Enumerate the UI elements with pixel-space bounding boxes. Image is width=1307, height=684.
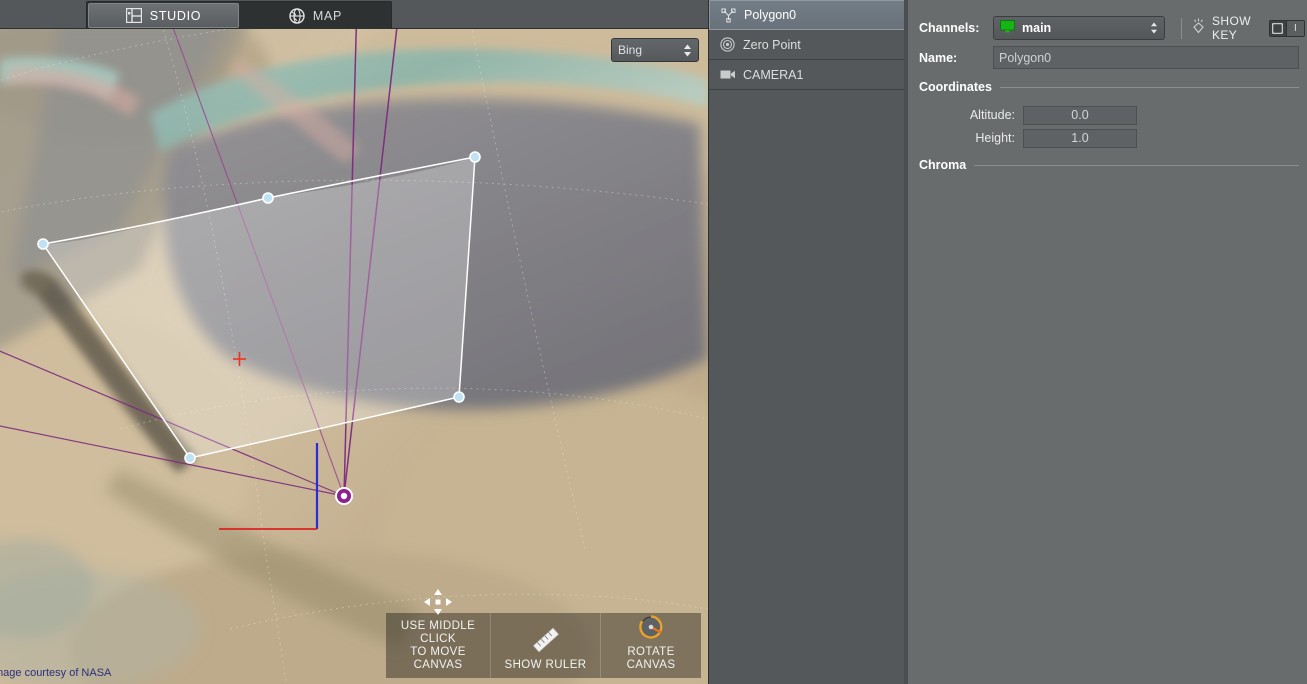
- channels-label: Channels:: [919, 21, 993, 35]
- altitude-row: Altitude:: [919, 105, 1299, 125]
- rotate-dial-icon: [636, 613, 666, 641]
- chroma-section-title: Chroma: [919, 158, 966, 172]
- object-list-item-polygon0[interactable]: Polygon0: [709, 0, 908, 30]
- map-view-pane: STUDIO MAP: [0, 0, 708, 684]
- show-key-toggle: I: [1269, 20, 1305, 37]
- view-tab-group: STUDIO MAP: [86, 1, 392, 29]
- monitor-icon: [1000, 20, 1015, 36]
- map-attribution: mage courtesy of NASA: [0, 667, 111, 679]
- object-list-item-label: Zero Point: [743, 38, 801, 52]
- show-key-toggle-off[interactable]: I: [1287, 21, 1304, 36]
- height-row: Height:: [919, 128, 1299, 148]
- hint-rotate-canvas[interactable]: ROTATE CANVAS: [601, 613, 701, 678]
- object-list-item-zero-point[interactable]: Zero Point: [709, 30, 908, 60]
- camera-icon: [719, 66, 736, 83]
- coordinate-fields: Altitude: Height:: [919, 105, 1299, 151]
- hint-ruler-label: SHOW RULER: [505, 659, 587, 672]
- hint-move-line1: USE MIDDLE CLICK: [396, 620, 480, 646]
- spinner-arrows-icon: [1150, 22, 1158, 34]
- properties-pane: Channels: main: [908, 0, 1307, 684]
- coordinates-section-header: Coordinates: [919, 80, 1299, 94]
- toolbar-divider: [1181, 18, 1182, 39]
- chroma-section-header: Chroma: [919, 158, 1299, 172]
- altitude-label: Altitude:: [919, 108, 1023, 122]
- application-window: STUDIO MAP: [0, 0, 1307, 684]
- object-list-pane: Polygon0 Zero Point CAMERA1: [708, 0, 908, 684]
- show-key-toggle-on[interactable]: [1270, 21, 1287, 36]
- tab-map[interactable]: MAP: [240, 2, 391, 29]
- key-diamond-icon: [1191, 18, 1206, 39]
- name-row: Name:: [919, 46, 1299, 69]
- section-rule: [974, 165, 1299, 166]
- ruler-icon: [531, 626, 561, 654]
- object-list-item-label: Polygon0: [744, 8, 796, 22]
- name-label: Name:: [919, 51, 993, 65]
- height-input[interactable]: [1023, 129, 1137, 148]
- tab-studio-label: STUDIO: [150, 9, 201, 23]
- hint-rotate-label: ROTATE CANVAS: [611, 646, 691, 672]
- basemap-provider-select[interactable]: Bing: [611, 38, 699, 62]
- map-canvas[interactable]: Bing mage courtesy of NASA USE: [0, 29, 708, 684]
- polygon-nodes-icon: [720, 7, 737, 24]
- channel-select[interactable]: main: [993, 16, 1165, 40]
- tab-map-label: MAP: [313, 9, 342, 23]
- channels-row: Channels: main: [919, 16, 1299, 40]
- channel-select-value: main: [1022, 21, 1143, 35]
- view-tab-bar: STUDIO MAP: [0, 0, 708, 29]
- object-list-item-label: CAMERA1: [743, 68, 803, 82]
- studio-layout-icon: [126, 8, 142, 23]
- section-rule: [1000, 87, 1299, 88]
- hint-move-canvas[interactable]: USE MIDDLE CLICK TO MOVE CANVAS: [386, 613, 491, 678]
- hint-show-ruler[interactable]: SHOW RULER: [491, 613, 601, 678]
- height-label: Height:: [919, 131, 1023, 145]
- target-rings-icon: [719, 36, 736, 53]
- tab-studio[interactable]: STUDIO: [88, 3, 239, 28]
- basemap-provider-value: Bing: [618, 43, 683, 57]
- globe-icon: [289, 8, 305, 24]
- altitude-input[interactable]: [1023, 106, 1137, 125]
- spinner-arrows-icon: [683, 44, 692, 57]
- move-arrows-icon: [424, 589, 452, 615]
- object-list-item-camera1[interactable]: CAMERA1: [709, 60, 908, 90]
- name-input[interactable]: [993, 46, 1299, 69]
- hint-move-line2: TO MOVE CANVAS: [396, 646, 480, 672]
- coordinates-section-title: Coordinates: [919, 80, 992, 94]
- show-key-label: SHOW KEY: [1212, 14, 1263, 42]
- canvas-hint-toolbar: USE MIDDLE CLICK TO MOVE CANVAS: [386, 613, 701, 678]
- show-key-group: SHOW KEY I: [1191, 16, 1305, 40]
